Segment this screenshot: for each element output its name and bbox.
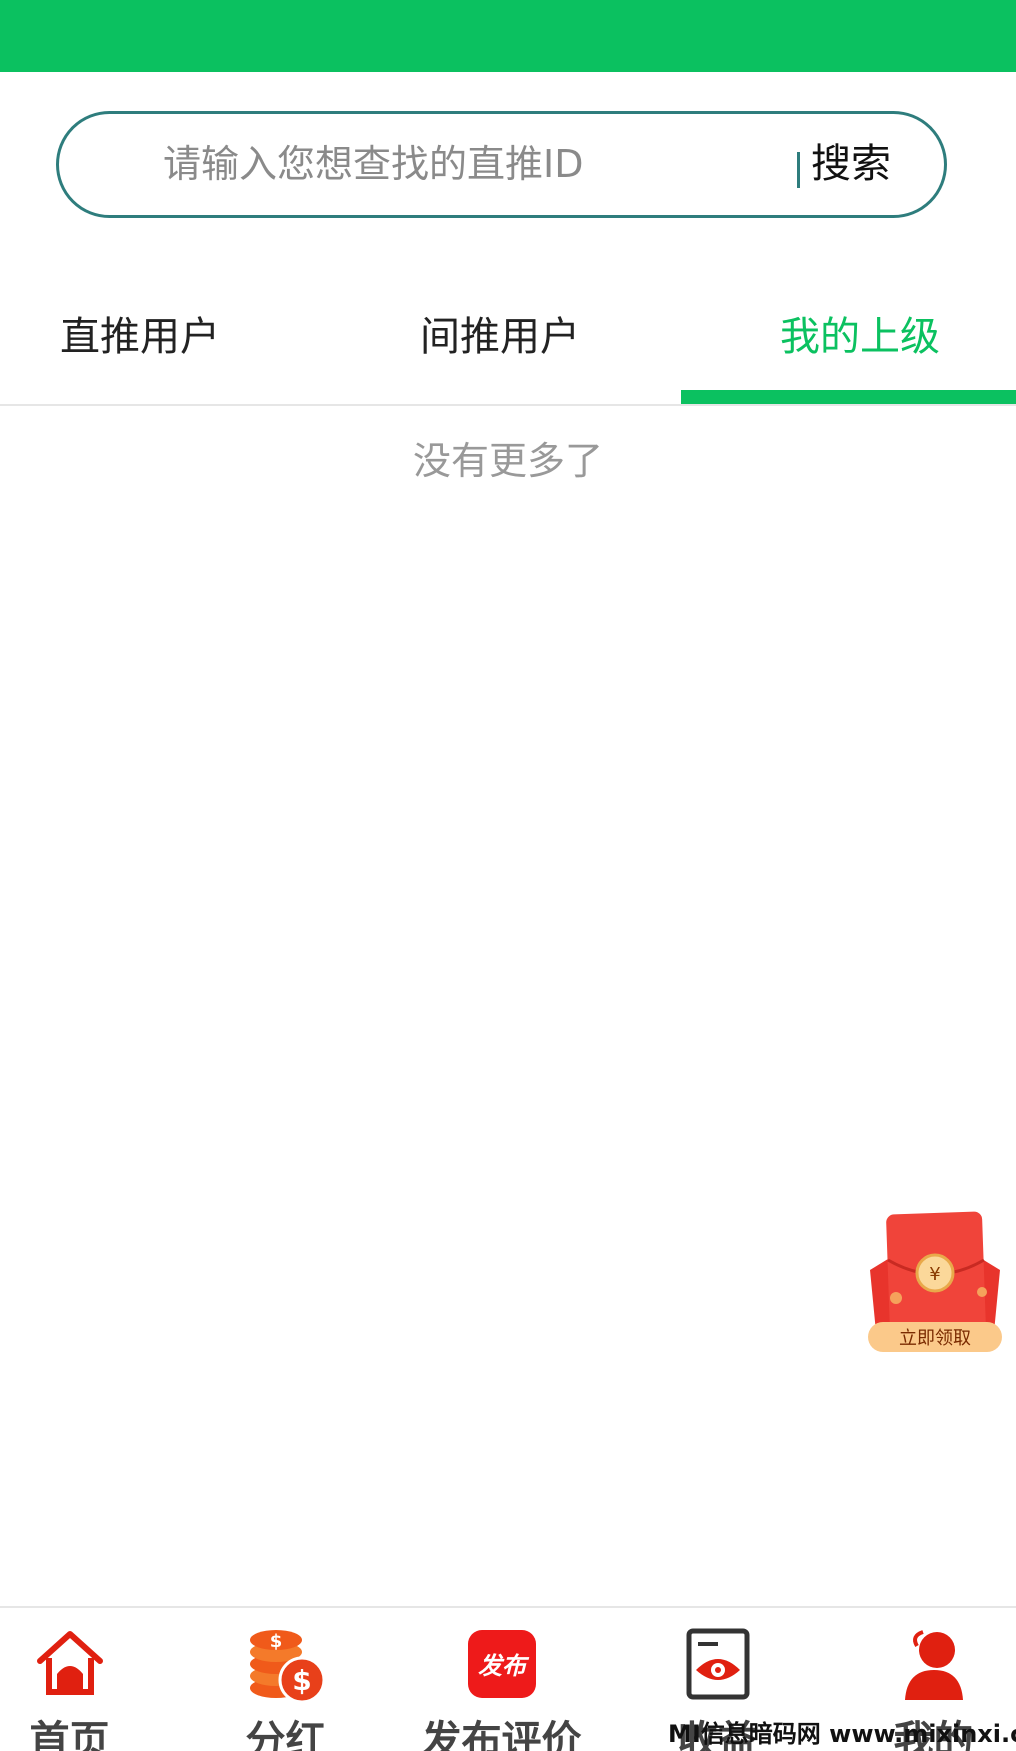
publish-icon: 发布 (467, 1630, 536, 1698)
publish-icon-text: 发布 (478, 1651, 530, 1680)
tabs-divider (0, 404, 1016, 406)
nav-item-dividend[interactable]: $ $ 分红 (184, 1608, 387, 1751)
nav-item-publish-review[interactable]: 发布 发布评价 (400, 1608, 603, 1751)
active-tab-indicator (681, 390, 1016, 404)
svg-text:$: $ (269, 1631, 282, 1652)
eye-document-icon (686, 1628, 749, 1700)
claim-now-label: 立即领取 (899, 1328, 971, 1349)
tab-direct-users[interactable]: 直推用户 (40, 302, 240, 372)
coin-symbol: ¥ (929, 1264, 940, 1285)
search-box: 搜索 (56, 111, 947, 218)
nav-label-home: 首页 (29, 1718, 110, 1751)
watermark: MI信息暗码网 www.mixinxi.com (668, 1720, 1016, 1748)
svg-text:$: $ (292, 1664, 311, 1697)
nav-label-publish-review: 发布评价 (421, 1718, 582, 1751)
tab-indirect-users[interactable]: 间推用户 (400, 302, 600, 372)
user-icon (904, 1630, 963, 1700)
search-divider (797, 152, 800, 188)
empty-list-text: 没有更多了 (412, 439, 603, 483)
nav-label-dividend: 分红 (245, 1718, 326, 1751)
tab-my-superior[interactable]: 我的上级 (760, 302, 960, 372)
home-icon (36, 1631, 103, 1695)
status-bar (0, 0, 1016, 72)
red-packet-promo[interactable]: ¥ 立即领取 (866, 1210, 1004, 1355)
search-input[interactable] (99, 132, 779, 196)
tab-bar: 直推用户 间推用户 我的上级 (0, 280, 1016, 406)
search-button[interactable]: 搜索 (811, 132, 891, 196)
nav-item-home[interactable]: 首页 (0, 1608, 171, 1751)
dollar-coins-icon: $ $ (249, 1630, 325, 1704)
